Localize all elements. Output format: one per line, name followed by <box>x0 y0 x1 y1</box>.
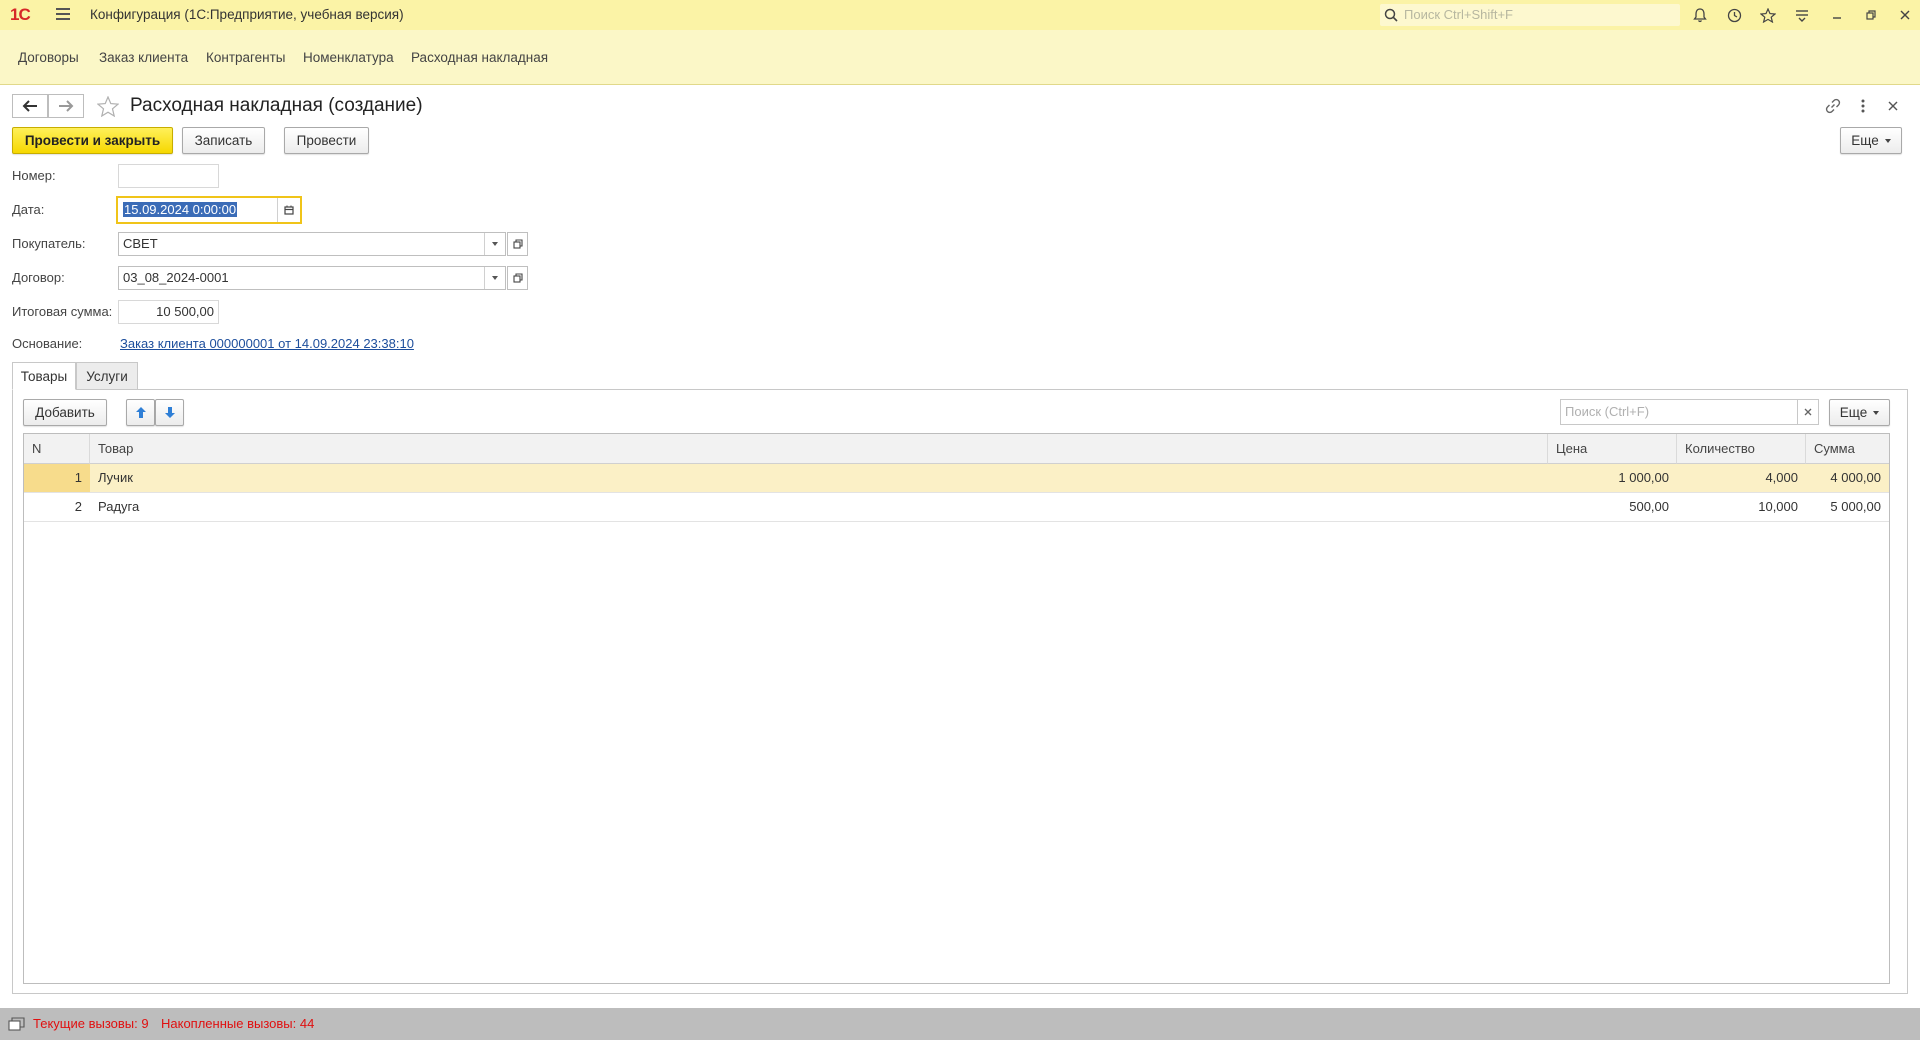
forward-button[interactable] <box>48 94 84 118</box>
date-input[interactable]: 15.09.2024 0:00:00 <box>116 196 302 224</box>
column-header-n[interactable]: N <box>24 434 90 464</box>
date-value: 15.09.2024 0:00:00 <box>123 202 238 217</box>
main-menu-icon[interactable] <box>56 8 70 22</box>
dropdown-arrow-icon <box>492 276 498 280</box>
section-invoices[interactable]: Расходная накладная <box>411 30 548 84</box>
global-search-input[interactable]: Поиск Ctrl+Shift+F <box>1380 4 1680 26</box>
close-app-icon[interactable] <box>1894 5 1916 25</box>
goods-table: N Товар Цена Количество Сумма 1 Лучик 1 … <box>23 433 1890 984</box>
move-down-button[interactable] <box>155 399 184 426</box>
arrow-down-icon <box>164 407 175 418</box>
column-header-qty[interactable]: Количество <box>1677 434 1806 464</box>
title-bar: 1С Конфигурация (1С:Предприятие, учебная… <box>0 0 1920 30</box>
table-more-button[interactable]: Еще <box>1829 399 1890 426</box>
cell-item: Лучик <box>98 470 133 485</box>
section-contracts[interactable]: Договоры <box>18 30 79 84</box>
dropdown-caret-icon <box>1884 139 1891 144</box>
table-row[interactable]: 1 Лучик 1 000,00 4,000 4 000,00 <box>24 464 1889 493</box>
cell-qty: 4,000 <box>1765 470 1798 485</box>
arrow-right-icon <box>59 100 74 112</box>
tab-goods[interactable]: Товары <box>12 362 76 390</box>
section-nomenclature[interactable]: Номенклатура <box>303 30 394 84</box>
back-button[interactable] <box>12 94 48 118</box>
section-client-orders[interactable]: Заказ клиента <box>99 30 188 84</box>
add-row-button[interactable]: Добавить <box>23 399 107 426</box>
more-actions-icon[interactable] <box>1853 96 1873 116</box>
section-counterparties[interactable]: Контрагенты <box>206 30 286 84</box>
arrow-up-icon <box>135 407 146 418</box>
tab-services[interactable]: Услуги <box>76 362 138 390</box>
link-icon[interactable] <box>1823 96 1843 116</box>
table-row[interactable]: 2 Радуга 500,00 10,000 5 000,00 <box>24 493 1889 522</box>
buyer-input[interactable]: СВЕТ <box>118 232 506 256</box>
app-logo: 1С <box>10 5 31 24</box>
cell-price: 500,00 <box>1629 499 1669 514</box>
buyer-label: Покупатель: <box>12 236 86 251</box>
close-form-icon[interactable] <box>1883 96 1903 116</box>
dropdown-caret-icon <box>1873 411 1880 416</box>
status-bar: Текущие вызовы: 9 Накопленные вызовы: 44 <box>0 1008 1920 1040</box>
post-and-close-button[interactable]: Провести и закрыть <box>12 127 173 154</box>
table-search-input[interactable]: Поиск (Ctrl+F) <box>1560 399 1798 425</box>
post-button[interactable]: Провести <box>284 127 369 154</box>
cell-n: 1 <box>24 464 90 492</box>
favorites-star-icon[interactable] <box>1757 5 1779 25</box>
save-button[interactable]: Записать <box>182 127 265 154</box>
windows-icon[interactable] <box>8 1016 26 1032</box>
total-input: 10 500,00 <box>118 300 219 324</box>
clear-search-button[interactable] <box>1797 399 1819 425</box>
table-more-label: Еще <box>1839 405 1868 420</box>
buyer-open-button[interactable] <box>507 232 528 256</box>
cell-price: 1 000,00 <box>1618 470 1669 485</box>
sections-panel: Договоры Заказ клиента Контрагенты Номен… <box>0 30 1920 85</box>
cell-sum: 4 000,00 <box>1830 470 1881 485</box>
accumulated-calls-text: Накопленные вызовы: 44 <box>161 1016 315 1031</box>
basis-label: Основание: <box>12 336 83 351</box>
contract-input[interactable]: 03_08_2024-0001 <box>118 266 506 290</box>
history-icon[interactable] <box>1723 5 1745 25</box>
more-menu-label: Еще <box>1851 133 1879 148</box>
move-up-button[interactable] <box>126 399 155 426</box>
contract-label: Договор: <box>12 270 65 285</box>
functions-menu-icon[interactable] <box>1791 5 1813 25</box>
number-label: Номер: <box>12 168 56 183</box>
more-menu-button[interactable]: Еще <box>1840 127 1902 154</box>
form-title: Расходная накладная (создание) <box>130 95 423 116</box>
global-search-placeholder: Поиск Ctrl+Shift+F <box>1404 7 1513 22</box>
number-input[interactable] <box>118 164 219 188</box>
contract-value: 03_08_2024-0001 <box>123 270 229 285</box>
favorite-star-icon[interactable] <box>96 94 120 118</box>
dropdown-arrow-icon <box>492 242 498 246</box>
cell-item: Радуга <box>98 499 140 514</box>
open-form-icon <box>513 273 523 283</box>
total-label: Итоговая сумма: <box>12 304 113 319</box>
buyer-value: СВЕТ <box>123 236 158 251</box>
date-label: Дата: <box>12 202 45 217</box>
open-form-icon <box>513 239 523 249</box>
search-icon <box>1384 8 1398 22</box>
restore-icon[interactable] <box>1860 5 1882 25</box>
cell-sum: 5 000,00 <box>1830 499 1881 514</box>
total-value: 10 500,00 <box>156 304 214 319</box>
column-header-price[interactable]: Цена <box>1548 434 1677 464</box>
cell-n: 2 <box>74 499 82 514</box>
calendar-icon[interactable] <box>277 198 300 222</box>
basis-link[interactable]: Заказ клиента 000000001 от 14.09.2024 23… <box>120 334 414 354</box>
contract-open-button[interactable] <box>507 266 528 290</box>
notifications-bell-icon[interactable] <box>1689 5 1711 25</box>
column-header-item[interactable]: Товар <box>90 434 1548 464</box>
table-search-placeholder: Поиск (Ctrl+F) <box>1565 404 1650 419</box>
contract-dropdown-button[interactable] <box>484 267 505 289</box>
app-title: Конфигурация (1С:Предприятие, учебная ве… <box>90 7 404 22</box>
cell-qty: 10,000 <box>1758 499 1798 514</box>
column-header-sum[interactable]: Сумма <box>1806 434 1889 464</box>
close-icon <box>1804 408 1812 416</box>
minimize-icon[interactable] <box>1826 5 1848 25</box>
current-calls-text: Текущие вызовы: 9 <box>33 1016 149 1031</box>
buyer-dropdown-button[interactable] <box>484 233 505 255</box>
arrow-left-icon <box>22 100 37 112</box>
